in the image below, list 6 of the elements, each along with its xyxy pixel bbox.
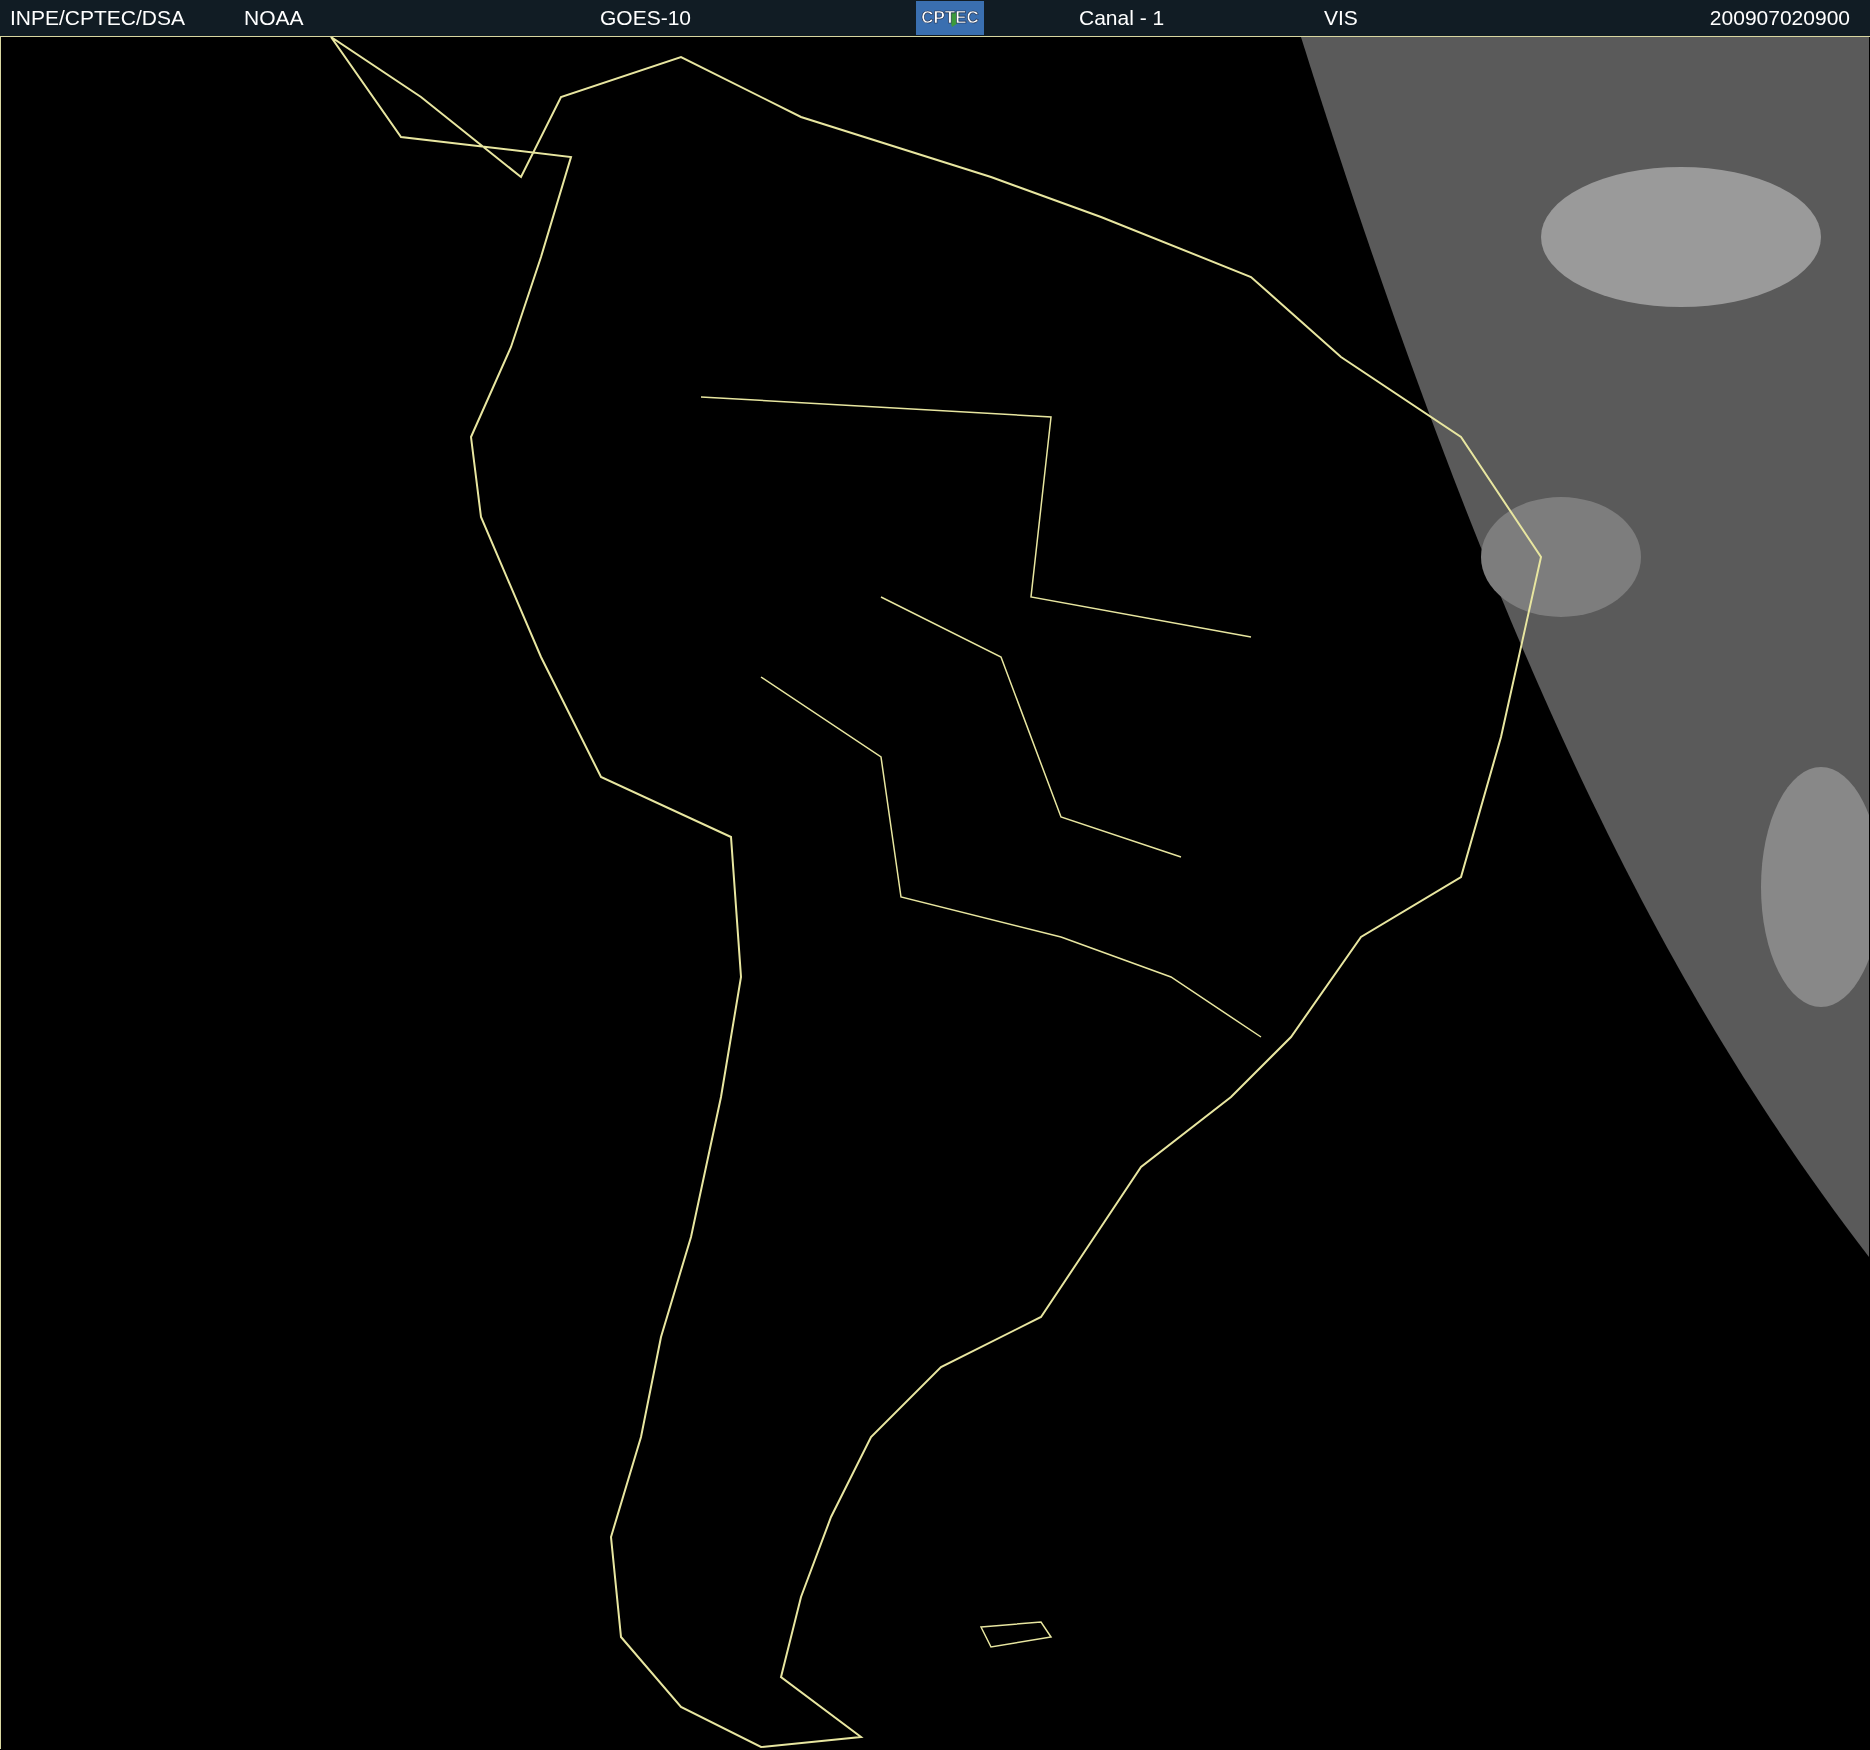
channel-label: Canal - 1 <box>1079 6 1166 30</box>
agency-label: NOAA <box>244 6 305 30</box>
satellite-label: GOES-10 <box>600 6 693 30</box>
source-label: INPE/CPTEC/DSA <box>10 6 187 30</box>
timestamp-label: 200907020900 <box>1709 6 1850 30</box>
band-label: VIS <box>1324 6 1359 30</box>
